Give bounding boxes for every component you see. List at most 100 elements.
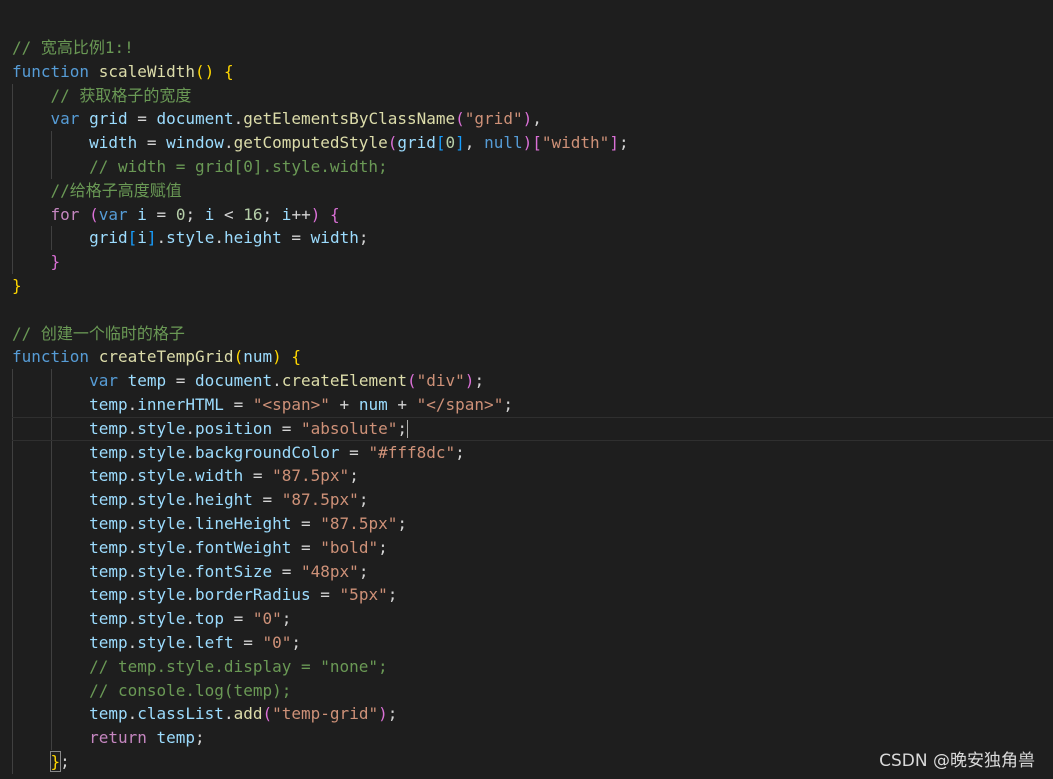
code-token-brace-blue: [ [127,228,138,248]
code-token-punc: = [310,585,340,605]
indent-guide [12,583,13,608]
code-token-brace-blue: ] [455,133,465,153]
code-token-var: temp [156,728,196,748]
code-token-brace-blue: [ [435,133,446,153]
code-line[interactable]: var grid = document.getElementsByClassNa… [12,107,1053,132]
code-line[interactable]: var temp = document.createElement("div")… [12,369,1053,393]
code-token-punc [282,347,292,366]
indent-guide [12,535,13,560]
indent-guide [12,226,13,251]
code-line[interactable]: temp.style.borderRadius = "5px"; [12,583,1053,608]
code-token-punc: . [185,490,196,510]
code-line[interactable]: temp.style.height = "87.5px"; [12,488,1053,512]
code-token-punc: . [127,418,138,438]
indent-guide [50,559,52,584]
code-line[interactable]: // temp.style.display = "none"; [12,654,1053,679]
code-line[interactable]: // 宽高比例1:! [12,36,1053,60]
code-token-var: lineHeight [195,513,292,533]
text-caret [406,420,408,439]
indent-guide [12,107,13,132]
code-token-var: num [358,394,388,414]
code-token-brace-pink: ) [522,133,533,153]
code-token-num: 16 [243,204,263,224]
code-line[interactable]: temp.style.top = "0"; [12,607,1053,631]
code-token-brace-pink: ( [262,704,273,724]
watermark: CSDN @晚安独角兽 [879,751,1035,771]
code-token-func: createTempGrid [98,347,234,367]
code-token-keyword: var [50,109,80,129]
code-token-keyword: var [89,371,118,391]
code-token-keyword: null [484,133,523,153]
code-token-str: "48px" [301,561,359,581]
code-token-comment: // 宽高比例1:! [12,38,134,57]
code-lines[interactable]: // 宽高比例1:! function scaleWidth() { // 获取格… [12,36,1053,774]
code-token-comment: // 获取格子的宽度 [50,85,192,105]
code-token-var: width [89,133,138,153]
indent-guide [12,250,13,274]
indent-guide [50,131,52,155]
code-token-comment: // width = grid[0].style.width; [89,156,388,176]
code-line[interactable]: temp.style.fontWeight = "bold"; [12,535,1053,560]
code-token-punc: . [185,537,196,557]
code-token-punc: , [532,109,542,129]
code-token-var: temp [127,371,167,391]
code-token-str: "bold" [320,537,379,557]
indent-guide [12,417,13,440]
indent-guide [12,702,13,727]
code-token-str: "temp-grid" [272,704,379,724]
code-token-var: temp [89,609,128,629]
code-token-brace-pink: ] [609,133,619,153]
code-token-punc: . [185,561,196,581]
code-line[interactable]: } [12,274,1053,298]
code-token-punc: ; [397,513,407,533]
code-token-brace-pink: { [329,204,340,224]
indent-guide [12,154,13,179]
code-line[interactable]: temp.classList.add("temp-grid"); [12,702,1053,727]
code-token-var: temp [89,513,128,533]
code-token-var: temp [89,418,128,438]
code-line[interactable]: temp.style.position = "absolute"; [12,416,1053,441]
indent-guide [50,392,52,417]
indent-guide [50,678,52,703]
code-line[interactable]: grid[i].style.height = width; [12,226,1053,251]
code-line[interactable]: width = window.getComputedStyle(grid[0],… [12,131,1053,155]
code-token-brace-pink: ) [310,204,321,224]
indent-guide [50,535,52,560]
indent-guide [50,369,52,393]
indent-guide [12,178,13,203]
indent-guide [12,559,13,584]
indent-guide [50,440,52,465]
code-line[interactable]: temp.style.lineHeight = "87.5px"; [12,511,1053,536]
code-line[interactable]: // 创建一个临时的格子 [12,322,1053,346]
indent-guide [12,511,13,536]
code-line[interactable]: temp.style.fontSize = "48px"; [12,559,1053,584]
code-line[interactable]: // width = grid[0].style.width; [12,154,1053,179]
code-token-str: "#fff8dc" [368,442,456,462]
code-line[interactable] [12,298,1053,322]
code-token-punc: ; [358,561,369,581]
code-line[interactable]: temp.style.left = "0"; [12,630,1053,655]
code-token-brace-gold: } [12,275,22,295]
code-line[interactable]: //给格子高度赋值 [12,178,1053,203]
code-token-brace-pink: ( [89,204,99,224]
code-line[interactable]: temp.innerHTML = "<span>" + num + "</spa… [12,392,1053,417]
code-token-comment: // temp.style.display = "none"; [89,656,388,676]
code-token-var: left [195,632,234,652]
code-line[interactable]: for (var i = 0; i < 16; i++) { [12,202,1053,227]
code-line[interactable]: temp.style.width = "87.5px"; [12,464,1053,489]
code-line[interactable]: // 获取格子的宽度 [12,83,1053,108]
code-token-brace-gold: () [195,61,215,81]
code-line[interactable]: function scaleWidth() { [12,60,1053,84]
indent-guide [12,131,13,155]
code-token-punc: . [185,418,196,438]
code-token-var: borderRadius [195,585,311,605]
code-line[interactable]: function createTempGrid(num) { [12,345,1053,369]
code-line[interactable]: temp.style.backgroundColor = "#fff8dc"; [12,440,1053,465]
code-token-punc [79,205,89,224]
code-editor[interactable]: // 宽高比例1:! function scaleWidth() { // 获取格… [0,0,1053,779]
code-token-brace-gold: { [291,347,302,367]
code-line[interactable]: } [12,250,1053,274]
code-token-var: width [310,228,359,248]
code-token-punc: = [281,228,311,248]
code-line[interactable]: // console.log(temp); [12,678,1053,703]
